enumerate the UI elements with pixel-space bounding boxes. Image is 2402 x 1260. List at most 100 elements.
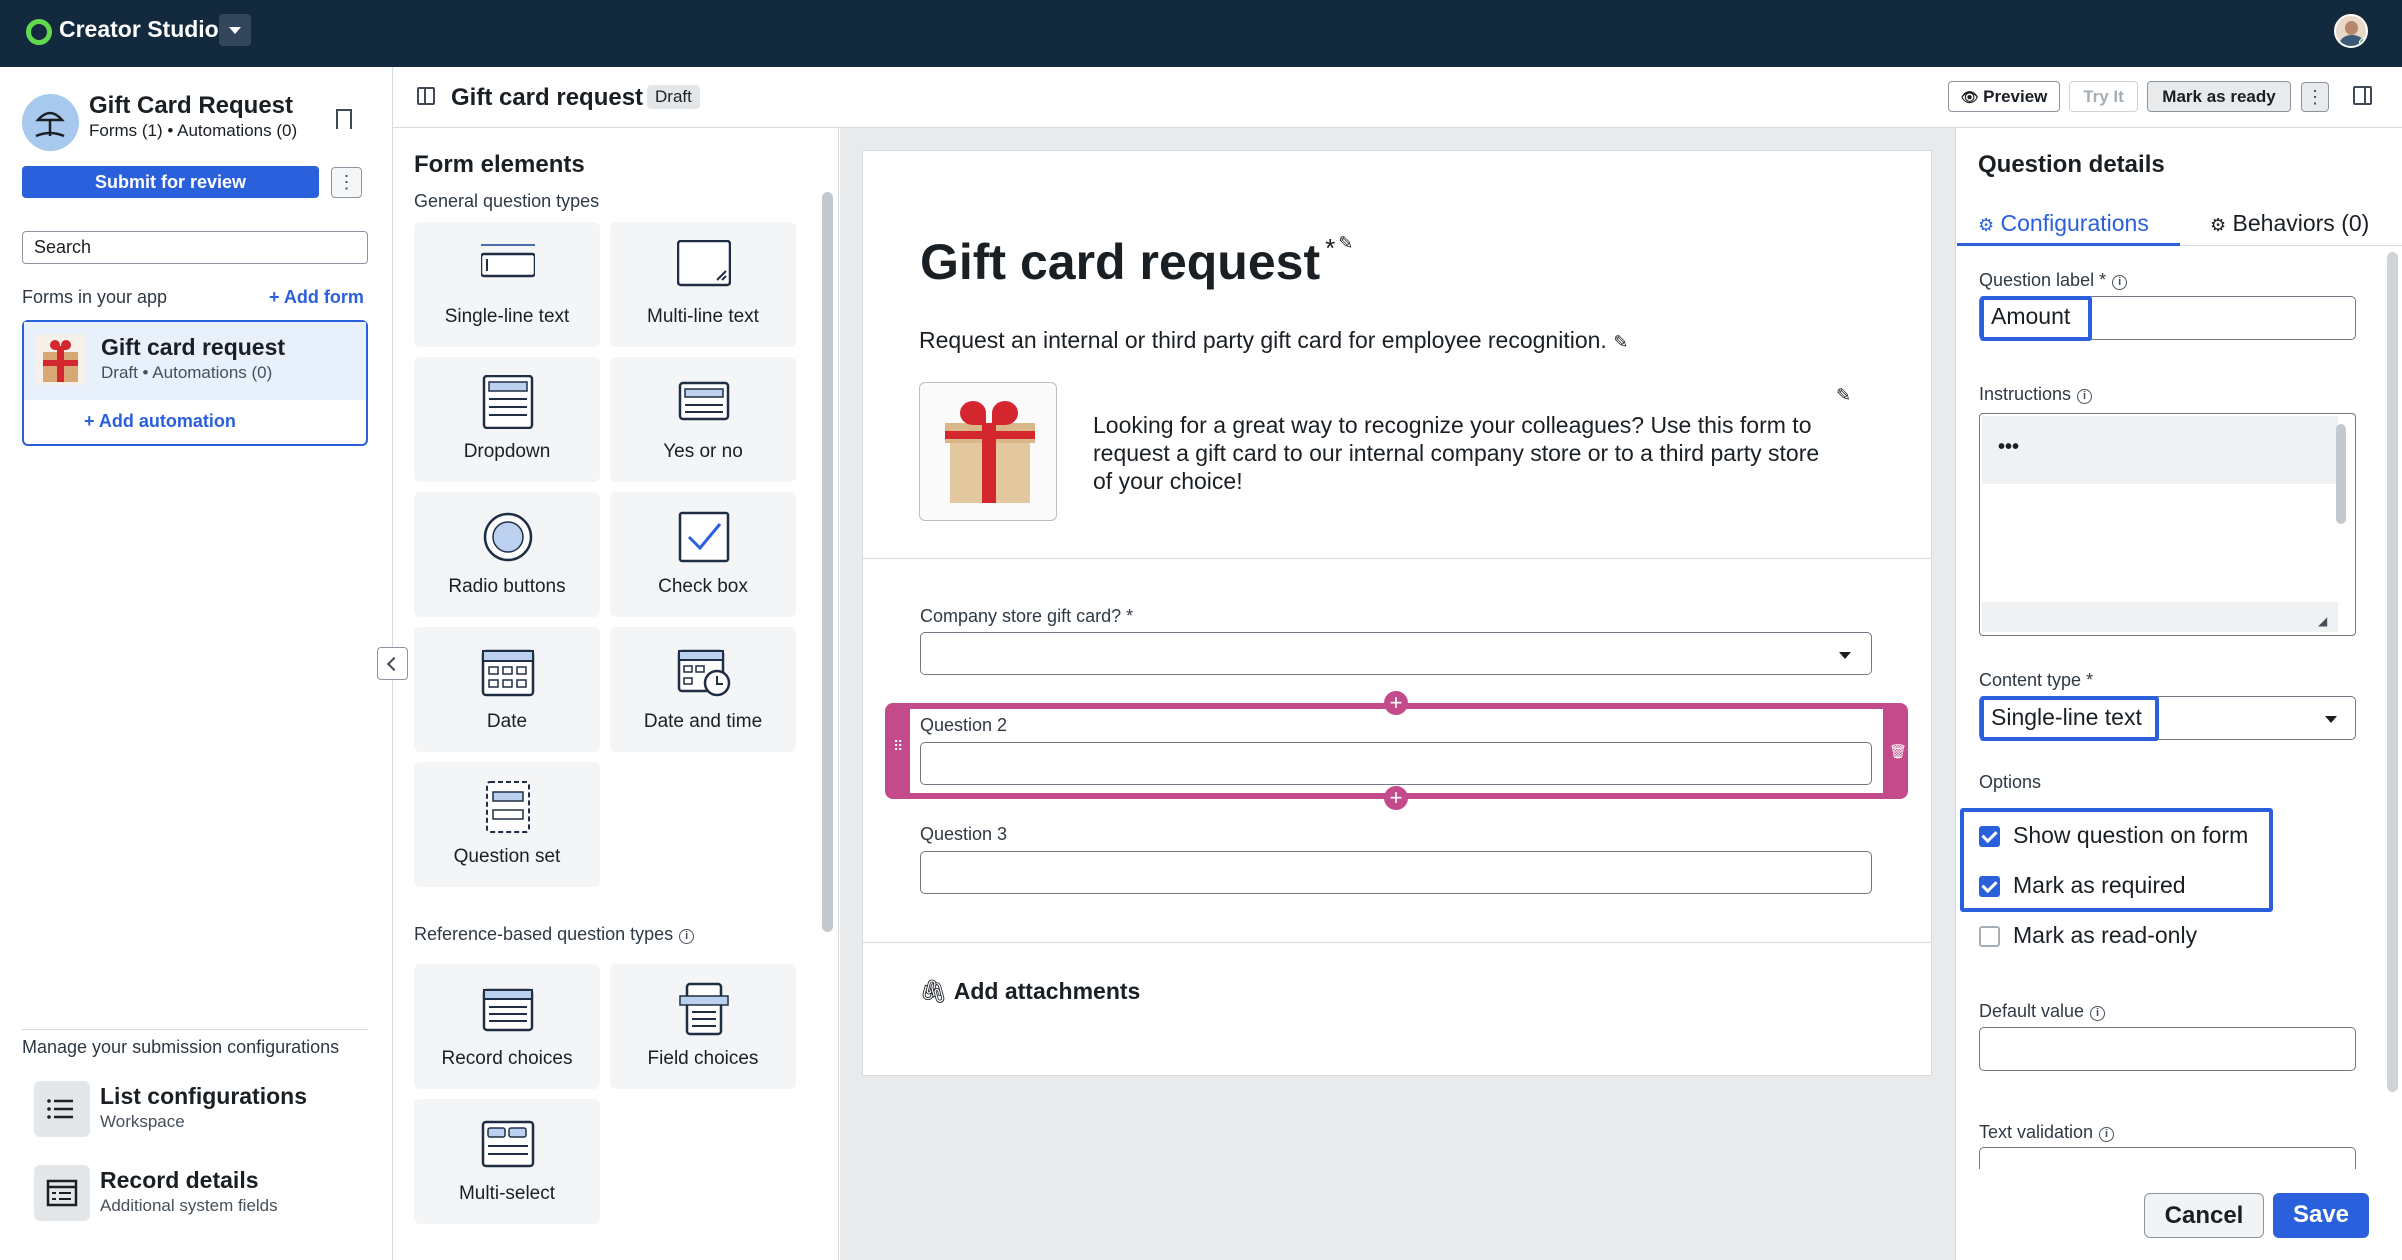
content-type-text: Content type — [1979, 670, 2082, 690]
element-yes-or-no[interactable]: Yes or no — [610, 357, 796, 482]
tab-configurations[interactable]: ⚙ Configurations — [1978, 210, 2149, 237]
required-mark: * — [2086, 670, 2094, 690]
dropdown-icon — [482, 375, 534, 429]
paperclip-icon: 🖇 — [919, 978, 949, 1004]
toggle-details-panel-icon[interactable] — [2353, 86, 2372, 105]
edit-pencil-icon[interactable]: ✎ — [1338, 233, 1353, 253]
form-description[interactable]: Request an internal or third party gift … — [919, 327, 1628, 354]
divider — [22, 1029, 368, 1030]
text-validation-text: Text validation — [1979, 1122, 2094, 1142]
more-formatting-icon[interactable]: ••• — [1998, 436, 2019, 459]
palette-scrollbar[interactable] — [822, 192, 833, 932]
chevron-down-icon — [2325, 716, 2337, 723]
default-value-input[interactable] — [1979, 1027, 2356, 1071]
element-question-set[interactable]: Question set — [414, 762, 600, 887]
submit-for-review-button[interactable]: Submit for review — [22, 166, 319, 198]
save-button[interactable]: Save — [2273, 1193, 2369, 1238]
editor-scrollbar[interactable] — [2336, 424, 2346, 524]
edit-pencil-icon[interactable]: ✎ — [1836, 385, 1851, 406]
element-multi-line-text[interactable]: Multi-line text — [610, 222, 796, 347]
divider — [863, 942, 1931, 943]
required-mark: * — [1325, 233, 1336, 263]
mark-required-checkbox[interactable] — [1979, 876, 2000, 897]
form-title-text: Gift card request — [920, 234, 1321, 290]
reference-types-heading: Reference-based question types i — [414, 924, 695, 945]
tab-behaviors[interactable]: ⚙ Behaviors (0) — [2210, 210, 2369, 237]
element-label: Radio buttons — [448, 576, 566, 597]
add-question-below-button[interactable]: + — [1384, 786, 1408, 810]
element-record-choices[interactable]: Record choices — [414, 964, 600, 1089]
app-title: Gift Card Request — [89, 92, 294, 119]
trash-icon[interactable]: 🗑 — [1889, 743, 1907, 760]
list-configurations-link[interactable]: List configurations — [100, 1083, 307, 1110]
element-field-choices[interactable]: Field choices — [610, 964, 796, 1089]
element-single-line-text[interactable]: Single-line text — [414, 222, 600, 347]
form-title[interactable]: Gift card request * ✎ — [920, 233, 1353, 291]
app-more-menu-button[interactable]: ⋮ — [331, 167, 362, 198]
show-question-checkbox[interactable] — [1979, 826, 2000, 847]
mark-read-only-checkbox[interactable] — [1979, 926, 2000, 947]
user-avatar[interactable] — [2334, 14, 2368, 48]
bookmark-icon[interactable] — [336, 109, 352, 129]
mark-read-only-label: Mark as read-only — [2013, 922, 2198, 948]
element-date-and-time[interactable]: Date and time — [610, 627, 796, 752]
instructions-editor[interactable]: ••• ◢ — [1979, 413, 2356, 636]
question-3-input[interactable] — [920, 851, 1872, 894]
info-icon[interactable]: i — [2112, 275, 2128, 290]
add-question-above-button[interactable]: + — [1384, 691, 1408, 715]
cancel-button[interactable]: Cancel — [2144, 1193, 2264, 1238]
question-1-dropdown[interactable] — [920, 632, 1872, 675]
multi-line-text-icon — [677, 240, 731, 287]
calendar-clock-icon — [677, 649, 731, 697]
add-attachments-link[interactable]: 🖇 Add attachments — [919, 978, 1140, 1005]
active-tab-indicator — [1957, 243, 2180, 246]
resize-handle-icon[interactable]: ◢ — [2318, 614, 2327, 628]
element-check-box[interactable]: Check box — [610, 492, 796, 617]
collapse-sidebar-button[interactable] — [377, 647, 408, 680]
options-heading: Options — [1979, 772, 2042, 792]
element-radio-buttons[interactable]: Radio buttons — [414, 492, 600, 617]
app-subtitle: Forms (1) • Automations (0) — [89, 121, 298, 140]
info-icon[interactable]: i — [679, 929, 695, 944]
edit-pencil-icon[interactable]: ✎ — [1613, 332, 1628, 352]
element-label: Multi-select — [458, 1183, 556, 1204]
element-date[interactable]: Date — [414, 627, 600, 752]
text-validation-heading: Text validation i — [1979, 1122, 2115, 1143]
element-multi-select[interactable]: Multi-select — [414, 1099, 600, 1224]
multi-select-icon — [481, 1120, 535, 1168]
required-mark: * — [1126, 606, 1134, 626]
beach-umbrella-icon — [35, 111, 65, 138]
element-label: Multi-line text — [647, 306, 759, 327]
add-automation-link[interactable]: + Add automation — [84, 411, 236, 432]
eye-icon: 👁 — [1960, 89, 1979, 105]
mark-as-ready-button[interactable]: Mark as ready — [2147, 81, 2291, 112]
preview-button[interactable]: 👁 Preview — [1948, 81, 2060, 112]
question-label-heading: Question label * i — [1979, 270, 2128, 291]
app-switcher-dropdown[interactable] — [219, 14, 251, 46]
text-validation-select[interactable] — [1979, 1147, 2356, 1169]
mark-required-label: Mark as required — [2013, 872, 2186, 898]
drag-handle-icon[interactable]: ⠿ — [893, 739, 903, 753]
element-dropdown[interactable]: Dropdown — [414, 357, 600, 482]
header-more-menu-button[interactable]: ⋮ — [2301, 82, 2329, 112]
question-3-label: Question 3 — [920, 824, 1008, 844]
question-2-input[interactable] — [920, 742, 1872, 785]
info-icon[interactable]: i — [2090, 1006, 2106, 1021]
search-input[interactable]: Search — [22, 231, 368, 264]
info-icon[interactable]: i — [2099, 1127, 2115, 1142]
tab-behaviors-label: Behaviors (0) — [2232, 210, 2370, 236]
sliders-icon: ⚙ — [1978, 215, 1995, 235]
try-it-button[interactable]: Try It — [2069, 81, 2138, 112]
question-1-label-text: Company store gift card? — [920, 606, 1122, 626]
details-scrollbar[interactable] — [2387, 252, 2398, 1092]
checkbox-icon — [678, 511, 730, 563]
question-label-value: Amount — [1991, 303, 2071, 329]
default-value-text: Default value — [1979, 1001, 2085, 1021]
record-details-link[interactable]: Record details — [100, 1167, 259, 1194]
record-details-icon — [34, 1165, 90, 1221]
toggle-panel-icon[interactable] — [417, 87, 435, 105]
form-list-item[interactable]: Gift card request Draft • Automations (0… — [22, 320, 368, 446]
info-icon[interactable]: i — [2077, 389, 2093, 404]
element-label: Dropdown — [463, 441, 551, 462]
add-form-link[interactable]: + Add form — [269, 287, 364, 308]
